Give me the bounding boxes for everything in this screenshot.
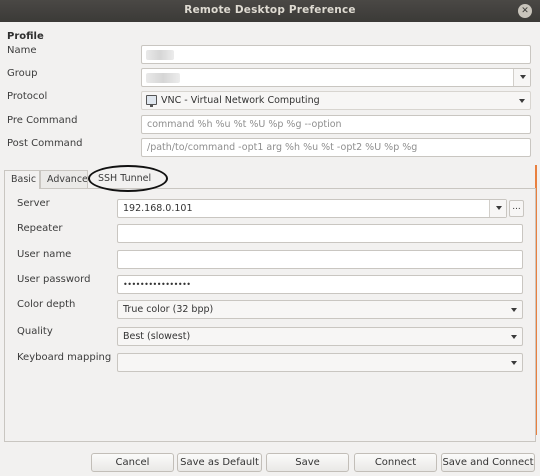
username-input[interactable] xyxy=(117,250,523,269)
quality-select[interactable]: Best (slowest) xyxy=(117,327,523,346)
close-icon[interactable]: ✕ xyxy=(518,4,532,18)
tab-container: Server 192.168.0.101 ... Repeater User n… xyxy=(4,165,536,442)
chevron-down-icon xyxy=(496,206,502,210)
group-combo[interactable] xyxy=(141,68,531,87)
chevron-down-icon xyxy=(519,99,525,103)
protocol-label: Protocol xyxy=(7,91,48,102)
pre-command-input[interactable]: command %h %u %t %U %p %g --option xyxy=(141,115,531,134)
repeater-label: Repeater xyxy=(17,223,63,234)
save-as-default-button[interactable]: Save as Default xyxy=(177,453,262,472)
window-title: Remote Desktop Preference xyxy=(184,4,356,16)
pre-command-placeholder: command %h %u %t %U %p %g --option xyxy=(147,119,342,130)
server-dropdown-button[interactable] xyxy=(489,200,506,217)
save-and-connect-button[interactable]: Save and Connect xyxy=(441,453,535,472)
cancel-button[interactable]: Cancel xyxy=(91,453,174,472)
repeater-input[interactable] xyxy=(117,224,523,243)
protocol-select[interactable]: VNC - Virtual Network Computing xyxy=(141,91,531,110)
chevron-down-icon xyxy=(511,308,517,312)
color-depth-label: Color depth xyxy=(17,299,76,310)
username-label: User name xyxy=(17,249,72,260)
quality-label: Quality xyxy=(17,326,53,337)
basic-tab-panel: Server 192.168.0.101 ... Repeater User n… xyxy=(4,188,536,442)
post-command-input[interactable]: /path/to/command -opt1 arg %h %u %t -opt… xyxy=(141,138,531,157)
title-bar: Remote Desktop Preference ✕ xyxy=(0,0,540,22)
group-label: Group xyxy=(7,68,38,79)
tab-basic[interactable]: Basic xyxy=(4,170,40,189)
pre-command-label: Pre Command xyxy=(7,115,78,126)
quality-value: Best (slowest) xyxy=(123,331,191,342)
color-depth-select[interactable]: True color (32 bpp) xyxy=(117,300,523,319)
profile-heading: Profile xyxy=(7,31,44,42)
group-dropdown-button[interactable] xyxy=(513,69,530,86)
connect-button[interactable]: Connect xyxy=(354,453,437,472)
password-value: •••••••••••••••• xyxy=(123,280,191,289)
redacted-name xyxy=(146,50,174,60)
server-browse-button[interactable]: ... xyxy=(509,200,524,217)
post-command-placeholder: /path/to/command -opt1 arg %h %u %t -opt… xyxy=(147,142,418,153)
keyboard-mapping-select[interactable] xyxy=(117,353,523,372)
redacted-group xyxy=(146,73,180,83)
password-label: User password xyxy=(17,274,91,285)
keyboard-mapping-label: Keyboard mapping xyxy=(17,352,112,363)
monitor-icon xyxy=(146,95,157,107)
save-button[interactable]: Save xyxy=(266,453,349,472)
tab-advance[interactable]: Advance xyxy=(40,170,88,188)
post-command-label: Post Command xyxy=(7,138,83,149)
server-combo[interactable]: 192.168.0.101 xyxy=(117,199,507,218)
password-input[interactable]: •••••••••••••••• xyxy=(117,275,523,294)
color-depth-value: True color (32 bpp) xyxy=(123,304,214,315)
chevron-down-icon xyxy=(511,335,517,339)
protocol-value: VNC - Virtual Network Computing xyxy=(161,95,320,106)
chevron-down-icon xyxy=(511,361,517,365)
name-input[interactable] xyxy=(141,45,531,64)
tab-ssh-tunnel[interactable]: SSH Tunnel xyxy=(88,170,164,188)
server-value: 192.168.0.101 xyxy=(123,203,193,214)
chevron-down-icon xyxy=(520,75,526,79)
server-label: Server xyxy=(17,198,50,209)
name-label: Name xyxy=(7,45,37,56)
